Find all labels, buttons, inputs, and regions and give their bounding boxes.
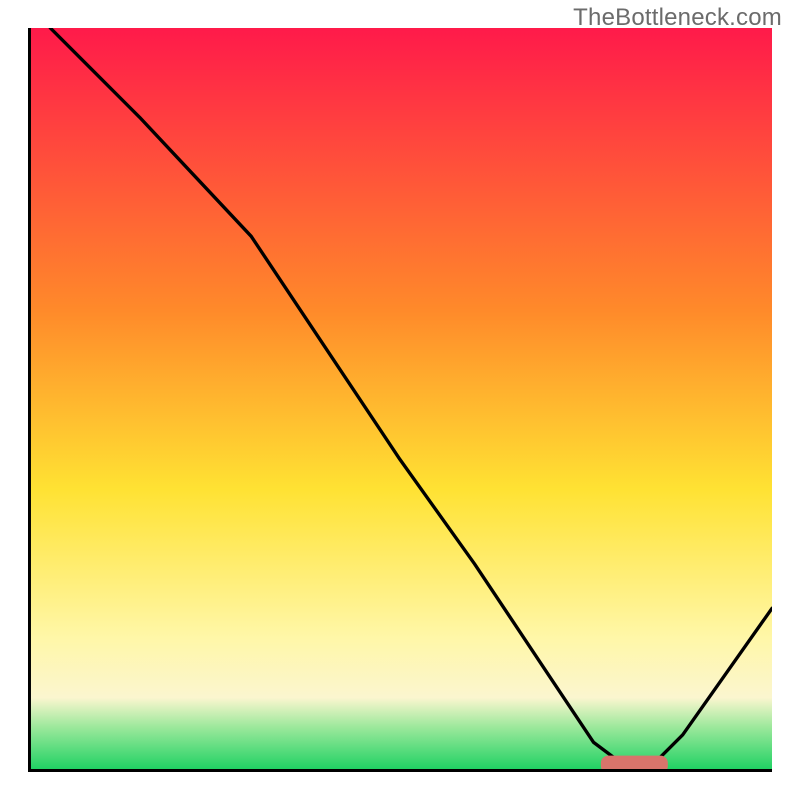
chart-container: TheBottleneck.com bbox=[0, 0, 800, 800]
plot-area bbox=[28, 28, 772, 772]
optimum-marker bbox=[28, 28, 772, 772]
watermark-text: TheBottleneck.com bbox=[573, 4, 782, 32]
